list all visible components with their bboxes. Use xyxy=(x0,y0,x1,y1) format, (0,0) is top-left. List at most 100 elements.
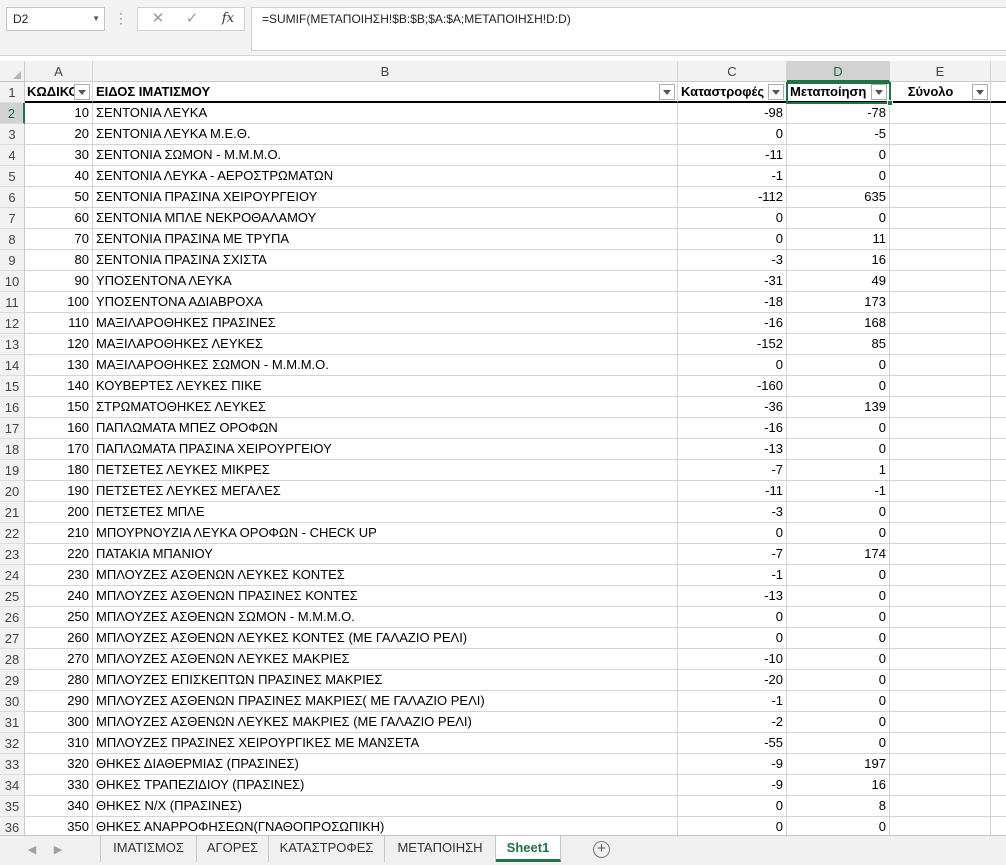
row-header[interactable]: 18 xyxy=(0,439,25,460)
code-cell[interactable]: 240 xyxy=(25,586,93,607)
empty-cell[interactable] xyxy=(991,796,1006,817)
catastrophes-cell[interactable]: 0 xyxy=(678,229,787,250)
empty-cell[interactable] xyxy=(991,229,1006,250)
catastrophes-cell[interactable]: 0 xyxy=(678,208,787,229)
total-cell[interactable] xyxy=(890,145,991,166)
code-cell[interactable]: 180 xyxy=(25,460,93,481)
item-cell[interactable]: ΜΠΛΟΥΖΕΣ ΑΣΘΕΝΩΝ ΠΡΑΣΙΝΕΣ ΚΟΝΤΕΣ xyxy=(93,586,678,607)
code-cell[interactable]: 10 xyxy=(25,103,93,124)
processing-cell[interactable]: -5 xyxy=(787,124,890,145)
catastrophes-cell[interactable]: -160 xyxy=(678,376,787,397)
prev-sheet-icon[interactable]: ◀ xyxy=(24,842,40,858)
item-cell[interactable]: ΜΠΛΟΥΖΕΣ ΠΡΑΣΙΝΕΣ ΧΕΙΡΟΥΡΓΙΚΕΣ ΜΕ ΜΑΝΣΕΤ… xyxy=(93,733,678,754)
code-cell[interactable]: 120 xyxy=(25,334,93,355)
catastrophes-cell[interactable]: -13 xyxy=(678,439,787,460)
filter-dropdown-icon[interactable] xyxy=(74,84,90,100)
processing-cell[interactable]: 0 xyxy=(787,586,890,607)
name-box[interactable]: D2 ▼ xyxy=(6,7,105,31)
column-header-a[interactable]: A xyxy=(25,61,93,82)
total-cell[interactable] xyxy=(890,187,991,208)
code-cell[interactable]: 300 xyxy=(25,712,93,733)
code-cell[interactable]: 280 xyxy=(25,670,93,691)
column-header-e[interactable]: E xyxy=(890,61,991,82)
total-cell[interactable] xyxy=(890,565,991,586)
tab-sheet1[interactable]: Sheet1 xyxy=(496,836,561,862)
empty-cell[interactable] xyxy=(991,754,1006,775)
item-cell[interactable]: ΜΑΞΙΛΑΡΟΘΗΚΕΣ ΣΩΜΟΝ - Μ.Μ.Μ.Ο. xyxy=(93,355,678,376)
empty-cell[interactable] xyxy=(991,145,1006,166)
row-header[interactable]: 23 xyxy=(0,544,25,565)
empty-cell[interactable] xyxy=(991,628,1006,649)
total-cell[interactable] xyxy=(890,313,991,334)
code-cell[interactable]: 90 xyxy=(25,271,93,292)
row-header[interactable]: 19 xyxy=(0,460,25,481)
item-cell[interactable]: ΣΕΝΤΟΝΙΑ ΛΕΥΚΑ xyxy=(93,103,678,124)
column-header-d[interactable]: D xyxy=(787,61,890,82)
item-cell[interactable]: ΠΑΤΑΚΙΑ ΜΠΑΝΙΟΥ xyxy=(93,544,678,565)
code-cell[interactable]: 110 xyxy=(25,313,93,334)
item-cell[interactable]: ΚΟΥΒΕΡΤΕΣ ΛΕΥΚΕΣ ΠΙΚΕ xyxy=(93,376,678,397)
code-cell[interactable]: 170 xyxy=(25,439,93,460)
row-header[interactable]: 12 xyxy=(0,313,25,334)
row-header[interactable]: 15 xyxy=(0,376,25,397)
header-cell-item[interactable]: ΕΙΔΟΣ ΙΜΑΤΙΣΜΟΥ xyxy=(93,82,678,103)
tab-katastrofes[interactable]: ΚΑΤΑΣΤΡΟΦΕΣ xyxy=(269,836,385,862)
processing-cell[interactable]: 174 xyxy=(787,544,890,565)
row-header[interactable]: 26 xyxy=(0,607,25,628)
filter-dropdown-icon[interactable] xyxy=(768,84,784,100)
column-header-b[interactable]: B xyxy=(93,61,678,82)
item-cell[interactable]: ΜΑΞΙΛΑΡΟΘΗΚΕΣ ΛΕΥΚΕΣ xyxy=(93,334,678,355)
code-cell[interactable]: 220 xyxy=(25,544,93,565)
processing-cell[interactable]: 0 xyxy=(787,565,890,586)
total-cell[interactable] xyxy=(890,460,991,481)
column-header-c[interactable]: C xyxy=(678,61,787,82)
insert-function-icon[interactable]: fx xyxy=(216,9,240,29)
catastrophes-cell[interactable]: -3 xyxy=(678,502,787,523)
total-cell[interactable] xyxy=(890,649,991,670)
item-cell[interactable]: ΠΑΠΛΩΜΑΤΑ ΜΠΕΖ ΟΡΟΦΩΝ xyxy=(93,418,678,439)
total-cell[interactable] xyxy=(890,103,991,124)
total-cell[interactable] xyxy=(890,607,991,628)
catastrophes-cell[interactable]: 0 xyxy=(678,523,787,544)
row-header[interactable]: 33 xyxy=(0,754,25,775)
chevron-down-icon[interactable]: ▼ xyxy=(92,8,100,30)
row-header[interactable]: 34 xyxy=(0,775,25,796)
processing-cell[interactable]: 168 xyxy=(787,313,890,334)
row-header[interactable]: 30 xyxy=(0,691,25,712)
code-cell[interactable]: 350 xyxy=(25,817,93,835)
item-cell[interactable]: ΣΕΝΤΟΝΙΑ ΜΠΛΕ ΝΕΚΡΟΘΑΛΑΜΟΥ xyxy=(93,208,678,229)
row-header[interactable]: 14 xyxy=(0,355,25,376)
row-header[interactable]: 7 xyxy=(0,208,25,229)
empty-cell[interactable] xyxy=(991,334,1006,355)
item-cell[interactable]: ΣΕΝΤΟΝΙΑ ΠΡΑΣΙΝΑ ΧΕΙΡΟΥΡΓΕΙΟΥ xyxy=(93,187,678,208)
empty-cell[interactable] xyxy=(991,523,1006,544)
catastrophes-cell[interactable]: -13 xyxy=(678,586,787,607)
row-header[interactable]: 20 xyxy=(0,481,25,502)
item-cell[interactable]: ΣΕΝΤΟΝΙΑ ΣΩΜΟΝ - Μ.Μ.Μ.Ο. xyxy=(93,145,678,166)
empty-cell[interactable] xyxy=(991,775,1006,796)
code-cell[interactable]: 230 xyxy=(25,565,93,586)
empty-cell[interactable] xyxy=(991,397,1006,418)
code-cell[interactable]: 60 xyxy=(25,208,93,229)
empty-cell[interactable] xyxy=(991,103,1006,124)
empty-cell[interactable] xyxy=(991,607,1006,628)
total-cell[interactable] xyxy=(890,670,991,691)
header-cell-code[interactable]: ΚΩΔΙΚΟ xyxy=(25,82,93,103)
empty-cell[interactable] xyxy=(991,670,1006,691)
row-header[interactable]: 31 xyxy=(0,712,25,733)
processing-cell[interactable]: 0 xyxy=(787,817,890,835)
total-cell[interactable] xyxy=(890,208,991,229)
tab-agores[interactable]: ΑΓΟΡΕΣ xyxy=(197,836,269,862)
catastrophes-cell[interactable]: -98 xyxy=(678,103,787,124)
worksheet-grid[interactable]: A B C D E 1 ΚΩΔΙΚΟ ΕΙΔΟΣ ΙΜΑΤΙΣΜΟΥ Κατασ… xyxy=(0,61,1006,835)
row-header[interactable]: 21 xyxy=(0,502,25,523)
item-cell[interactable]: ΜΠΛΟΥΖΕΣ ΑΣΘΕΝΩΝ ΛΕΥΚΕΣ ΚΟΝΤΕΣ xyxy=(93,565,678,586)
catastrophes-cell[interactable]: -11 xyxy=(678,145,787,166)
code-cell[interactable]: 100 xyxy=(25,292,93,313)
item-cell[interactable]: ΣΤΡΩΜΑΤΟΘΗΚΕΣ ΛΕΥΚΕΣ xyxy=(93,397,678,418)
code-cell[interactable]: 160 xyxy=(25,418,93,439)
empty-cell[interactable] xyxy=(991,271,1006,292)
processing-cell[interactable]: 1 xyxy=(787,460,890,481)
empty-cell[interactable] xyxy=(991,586,1006,607)
code-cell[interactable]: 130 xyxy=(25,355,93,376)
